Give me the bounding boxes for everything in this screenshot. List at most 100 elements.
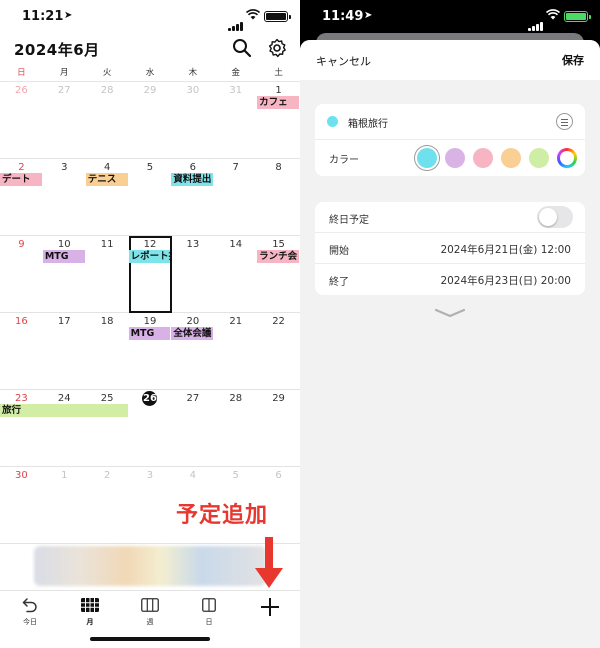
search-icon[interactable] xyxy=(232,38,254,60)
calendar-event[interactable]: カフェ xyxy=(257,96,299,109)
month-grid-icon xyxy=(70,595,110,615)
status-time: 11:21 xyxy=(22,9,64,24)
day-cell[interactable]: 16 xyxy=(0,316,43,327)
calendar-screen: 11:21 ➤ 2024年6月 日月火水木金土 26 27 28 29 30 31 1 2 3 4… xyxy=(0,0,300,648)
home-indicator xyxy=(90,637,210,641)
location-arrow-icon: ➤ xyxy=(64,10,73,21)
day-cell[interactable]: 25 xyxy=(86,393,129,404)
calendar-event[interactable]: デート xyxy=(0,173,42,186)
tab-day-label: 日 xyxy=(205,618,213,626)
day-cell[interactable]: 13 xyxy=(171,239,214,250)
day-cell[interactable]: 30 xyxy=(171,85,214,96)
day-cell[interactable]: 9 xyxy=(0,239,43,250)
calendar-event[interactable]: 全体会議 xyxy=(171,327,214,340)
calendar-event[interactable]: MTG xyxy=(128,327,171,340)
wifi-icon xyxy=(545,9,561,23)
tab-today[interactable]: 今日 xyxy=(10,595,50,627)
end-value[interactable]: 2024年6月23日(日) 20:00 xyxy=(440,273,571,288)
day-cell[interactable]: 4 xyxy=(171,470,214,481)
day-cell[interactable]: 2 xyxy=(86,470,129,481)
day-cell[interactable]: 5 xyxy=(129,162,172,173)
day-cell[interactable]: 29 xyxy=(257,393,300,404)
day-cell[interactable]: 21 xyxy=(214,316,257,327)
list-menu-icon[interactable] xyxy=(556,113,573,130)
event-editor-screen: 11:49 ➤ キャンセル 保存 箱根旅行 カラー 終日予定 開始 2024年6… xyxy=(300,0,600,648)
status-time: 11:49 xyxy=(322,9,364,24)
calendar-event[interactable]: ランチ会 xyxy=(257,250,299,263)
start-value[interactable]: 2024年6月21日(金) 12:00 xyxy=(440,242,571,257)
day-cell[interactable]: 20 xyxy=(171,316,214,327)
day-cell[interactable]: 27 xyxy=(43,85,86,96)
day-cell[interactable]: 14 xyxy=(214,239,257,250)
all-day-toggle[interactable] xyxy=(537,206,573,228)
battery-charging-icon xyxy=(564,11,591,22)
day-cell[interactable]: 11 xyxy=(86,239,129,250)
tab-month-label: 月 xyxy=(86,618,94,626)
all-day-row: 終日予定 xyxy=(315,202,585,233)
start-row[interactable]: 開始 2024年6月21日(金) 12:00 xyxy=(315,233,585,264)
save-button[interactable]: 保存 xyxy=(562,52,584,68)
day-cell[interactable]: 29 xyxy=(129,85,172,96)
day-cell[interactable]: 26 xyxy=(0,85,43,96)
day-cell[interactable]: 1 xyxy=(43,470,86,481)
weekday-label: 日 xyxy=(17,68,26,78)
cancel-button[interactable]: キャンセル xyxy=(316,53,371,69)
color-swatch[interactable] xyxy=(445,148,465,168)
day-cell[interactable]: 18 xyxy=(86,316,129,327)
week-columns-icon xyxy=(130,595,170,615)
day-cell[interactable]: 7 xyxy=(214,162,257,173)
calendar-event[interactable]: 資料提出 xyxy=(171,173,214,186)
color-swatch[interactable] xyxy=(529,148,549,168)
tab-day[interactable]: 日 xyxy=(189,595,229,627)
day-cell[interactable]: 10 xyxy=(43,239,86,250)
day-cell[interactable]: 6 xyxy=(257,470,300,481)
add-event-button[interactable] xyxy=(250,597,290,617)
day-cell[interactable]: 28 xyxy=(86,85,129,96)
annotation-arrow-shaft xyxy=(265,537,273,572)
day-cell[interactable]: 30 xyxy=(0,470,43,481)
week-row: 2345678 xyxy=(0,159,300,236)
toggle-knob xyxy=(539,208,557,226)
day-cell[interactable]: 17 xyxy=(43,316,86,327)
day-cell[interactable]: 23 xyxy=(0,393,43,404)
day-view-icon xyxy=(189,595,229,615)
calendar-event[interactable]: MTG xyxy=(42,250,85,263)
day-cell[interactable]: 22 xyxy=(257,316,300,327)
color-swatch[interactable] xyxy=(417,148,437,168)
tab-week-label: 週 xyxy=(146,618,154,626)
title-row[interactable]: 箱根旅行 xyxy=(315,104,585,140)
add-event-annotation: 予定追加 xyxy=(176,503,269,528)
color-row: カラー xyxy=(315,140,585,176)
day-cell[interactable]: 1 xyxy=(257,85,300,96)
day-cell[interactable]: 6 xyxy=(171,162,214,173)
tab-week[interactable]: 週 xyxy=(130,595,170,627)
day-cell[interactable]: 3 xyxy=(43,162,86,173)
day-cell[interactable]: 27 xyxy=(171,393,214,404)
tab-month[interactable]: 月 xyxy=(70,595,110,627)
custom-color-picker-icon[interactable] xyxy=(557,148,577,168)
end-row[interactable]: 終了 2024年6月23日(日) 20:00 xyxy=(315,264,585,295)
day-cell[interactable]: 31 xyxy=(214,85,257,96)
event-title-field[interactable]: 箱根旅行 xyxy=(348,115,388,130)
day-cell[interactable]: 4 xyxy=(86,162,129,173)
day-cell[interactable]: 19 xyxy=(129,316,172,327)
day-cell[interactable]: 15 xyxy=(257,239,300,250)
day-cell[interactable]: 8 xyxy=(257,162,300,173)
color-label: カラー xyxy=(329,155,359,166)
chevron-down-icon[interactable] xyxy=(434,304,466,323)
day-cell[interactable]: 5 xyxy=(214,470,257,481)
ad-banner[interactable] xyxy=(34,546,266,586)
calendar-event[interactable]: 旅行 xyxy=(0,404,128,417)
day-cell[interactable]: 3 xyxy=(129,470,172,481)
color-swatch[interactable] xyxy=(473,148,493,168)
day-cell[interactable]: 24 xyxy=(43,393,86,404)
gear-icon[interactable] xyxy=(267,38,289,60)
color-swatch[interactable] xyxy=(501,148,521,168)
wifi-icon xyxy=(245,9,261,23)
day-cell[interactable]: 26 xyxy=(129,391,172,406)
calendar-event[interactable]: レポート提出 xyxy=(128,250,171,263)
plus-icon xyxy=(250,597,290,617)
day-cell[interactable]: 28 xyxy=(214,393,257,404)
day-cell[interactable]: 2 xyxy=(0,162,43,173)
calendar-event[interactable]: テニス xyxy=(85,173,128,186)
